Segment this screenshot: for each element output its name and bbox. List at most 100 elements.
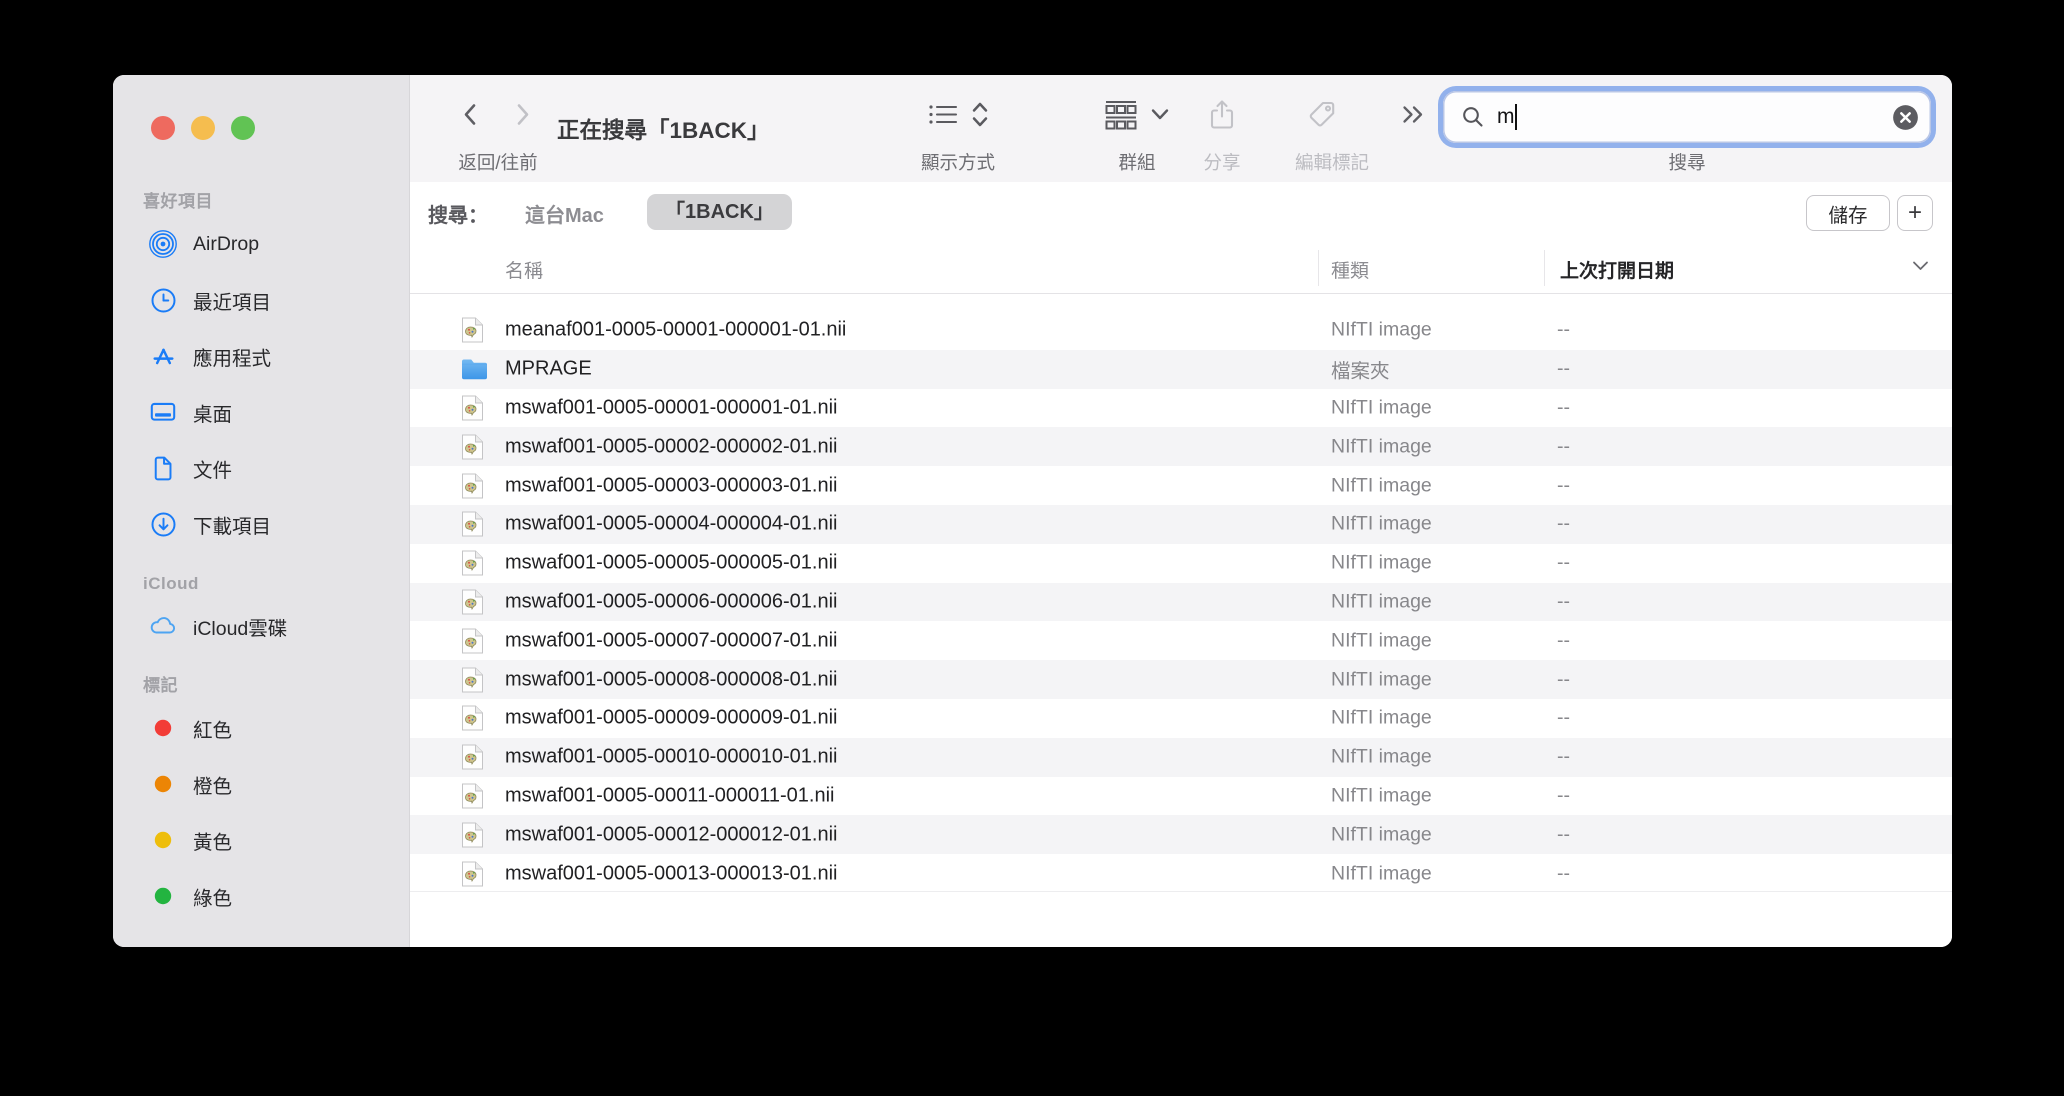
file-row[interactable]: mswaf001-0005-00009-000009-01.nii NIfTI i… [410,699,1952,738]
main-area: 返回/往前 正在搜尋「1BACK」 顯示方式 群組 分享 編輯標記 m 搜尋 搜… [410,75,1952,947]
view-chevrons-icon[interactable] [970,99,990,136]
cloud-icon [148,611,178,641]
list-view-icon[interactable] [927,100,959,135]
file-name: mswaf001-0005-00009-000009-01.nii [505,706,838,729]
airdrop-icon [148,229,178,259]
file-row[interactable]: meanaf001-0005-00001-000001-01.nii NIfTI … [410,311,1952,350]
sidebar-item-label: 橙色 [193,775,233,798]
column-separator[interactable] [1318,250,1319,286]
file-kind: NIfTI image [1331,551,1432,574]
file-name: mswaf001-0005-00006-000006-01.nii [505,590,838,613]
file-last-opened: -- [1557,862,1570,885]
nifti-file-icon [461,549,484,577]
file-row[interactable]: mswaf001-0005-00013-000013-01.nii NIfTI i… [410,854,1952,891]
file-row[interactable]: mswaf001-0005-00004-000004-01.nii NIfTI i… [410,504,1952,544]
clear-search-button[interactable] [1892,104,1919,131]
sidebar-item[interactable]: 最近項目 [113,272,409,328]
nifti-file-icon [461,743,484,771]
sidebar-section-title: 喜好項目 [143,192,213,211]
file-name: mswaf001-0005-00010-000010-01.nii [505,745,838,768]
sort-direction-chevron-icon[interactable] [1910,258,1931,279]
window-title: 正在搜尋「1BACK」 [557,118,770,143]
scope-this-mac[interactable]: 這台Mac [525,199,604,228]
group-icon[interactable] [1104,100,1138,135]
file-last-opened: -- [1557,590,1570,613]
column-header-kind[interactable]: 種類 [1331,256,1369,283]
file-name: mswaf001-0005-00008-000008-01.nii [505,668,838,691]
file-row[interactable]: mswaf001-0005-00002-000002-01.nii NIfTI i… [410,427,1952,467]
file-row[interactable]: mswaf001-0005-00010-000010-01.nii NIfTI i… [410,737,1952,777]
tags-label: 編輯標記 [1294,152,1370,173]
file-name: meanaf001-0005-00001-000001-01.nii [505,318,847,341]
file-row[interactable]: mswaf001-0005-00001-000001-01.nii NIfTI i… [410,389,1952,428]
file-row[interactable]: MPRAGE 檔案夾 -- [410,349,1952,389]
file-last-opened: -- [1557,784,1570,807]
zoom-button[interactable] [231,116,255,140]
column-separator[interactable] [1544,250,1545,286]
file-list: meanaf001-0005-00001-000001-01.nii NIfTI … [410,311,1952,891]
tag-icon [1306,99,1338,136]
scope-1back-selected[interactable]: 「1BACK」 [647,194,792,230]
file-row[interactable]: mswaf001-0005-00005-000005-01.nii NIfTI i… [410,544,1952,583]
file-last-opened: -- [1557,668,1570,691]
nifti-file-icon [461,588,484,616]
close-button[interactable] [151,116,175,140]
file-name: mswaf001-0005-00002-000002-01.nii [505,435,838,458]
tag-yellow-icon [148,825,178,855]
file-name: mswaf001-0005-00013-000013-01.nii [505,862,838,885]
file-row[interactable]: mswaf001-0005-00006-000006-01.nii NIfTI i… [410,582,1952,622]
toolbar: 返回/往前 正在搜尋「1BACK」 顯示方式 群組 分享 編輯標記 m 搜尋 [410,75,1952,183]
sidebar-item[interactable]: 黃色 [113,812,409,868]
nifti-file-icon [461,510,484,538]
file-row[interactable]: mswaf001-0005-00007-000007-01.nii NIfTI i… [410,621,1952,660]
nifti-file-icon [461,394,484,422]
add-criteria-button[interactable]: + [1897,195,1933,231]
file-last-opened: -- [1557,823,1570,846]
file-name: mswaf001-0005-00012-000012-01.nii [505,823,838,846]
sidebar-item[interactable]: iCloud雲碟 [113,598,409,654]
sidebar-item[interactable]: 桌面 [113,384,409,440]
sidebar-item[interactable]: 下載項目 [113,496,409,552]
list-footer-area [410,891,1952,947]
back-button[interactable] [457,100,483,135]
nifti-file-icon [461,782,484,810]
group-chevron-down-icon[interactable] [1150,108,1170,127]
nifti-file-icon [461,433,484,461]
sidebar-item-label: iCloud雲碟 [193,617,288,640]
file-kind: NIfTI image [1331,823,1432,846]
file-kind: 檔案夾 [1331,360,1390,383]
file-name: mswaf001-0005-00003-000003-01.nii [505,474,838,497]
file-name: mswaf001-0005-00011-000011-01.nii [505,784,835,807]
column-header-name[interactable]: 名稱 [505,256,543,283]
minimize-button[interactable] [191,116,215,140]
sidebar-section-title: 標記 [143,676,178,695]
sidebar-item[interactable]: 紅色 [113,700,409,756]
nifti-file-icon [461,860,484,888]
sidebar-item[interactable]: AirDrop [113,216,409,272]
sidebar-item[interactable]: 綠色 [113,868,409,924]
file-last-opened: -- [1557,474,1570,497]
file-row[interactable]: mswaf001-0005-00011-000011-01.nii NIfTI i… [410,777,1952,816]
more-toolbar-items-icon[interactable] [1401,101,1425,134]
file-last-opened: -- [1557,551,1570,574]
save-search-button[interactable]: 儲存 [1806,195,1890,231]
folder-icon [461,358,488,381]
file-row[interactable]: mswaf001-0005-00003-000003-01.nii NIfTI i… [410,466,1952,505]
column-header-last-opened[interactable]: 上次打開日期 [1560,256,1674,283]
file-last-opened: -- [1557,435,1570,458]
search-input[interactable]: m [1443,91,1931,143]
sidebar-item[interactable]: 文件 [113,440,409,496]
sidebar-item[interactable]: 應用程式 [113,328,409,384]
search-icon [1461,105,1485,129]
sidebar-item[interactable]: 橙色 [113,756,409,812]
column-header-row: 名稱 種類 上次打開日期 [410,243,1952,294]
file-last-opened: -- [1557,396,1570,419]
sidebar-item-label: 最近項目 [193,291,272,314]
finder-window: 喜好項目 AirDrop 最近項目 應用程式 桌面 文件 下載項目 iCloud iCloud雲… [113,75,1952,947]
forward-button[interactable] [510,100,536,135]
file-name: mswaf001-0005-00004-000004-01.nii [505,512,838,535]
file-kind: NIfTI image [1331,668,1432,691]
file-row[interactable]: mswaf001-0005-00012-000012-01.nii NIfTI i… [410,815,1952,855]
file-row[interactable]: mswaf001-0005-00008-000008-01.nii NIfTI i… [410,660,1952,699]
sidebar-section-gap [113,552,409,570]
